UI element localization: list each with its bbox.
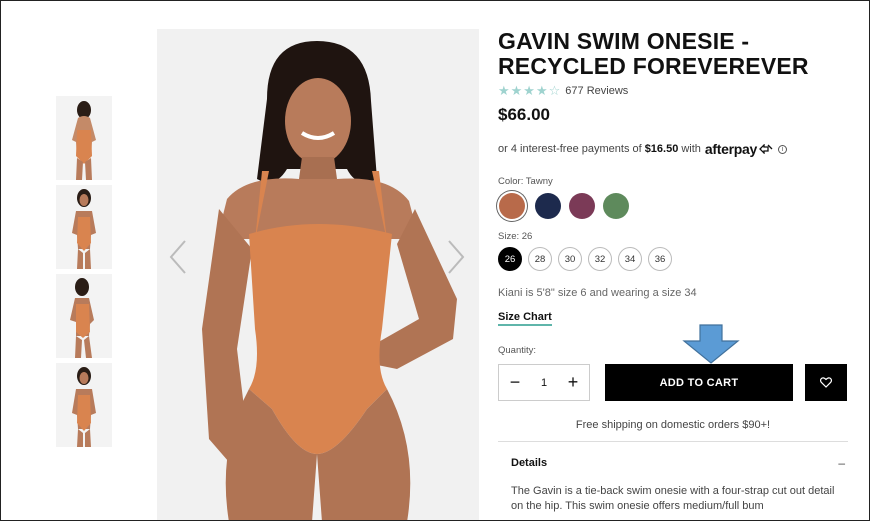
model-size-note: Kiani is 5'8" size 6 and wearing a size … bbox=[498, 287, 697, 299]
thumbnail-back-view[interactable] bbox=[56, 96, 112, 180]
rating-row[interactable]: ★★★★☆ 677 Reviews bbox=[498, 83, 848, 99]
size-option-28[interactable]: 28 bbox=[528, 247, 552, 271]
heart-icon bbox=[820, 377, 832, 388]
afterpay-prefix: or 4 interest-free payments of bbox=[498, 143, 642, 155]
info-icon[interactable]: i bbox=[777, 144, 787, 154]
afterpay-suffix: with bbox=[681, 143, 701, 155]
next-image-button[interactable] bbox=[445, 237, 467, 277]
afterpay-message: or 4 interest-free payments of $16.50 wi… bbox=[498, 141, 848, 157]
wishlist-button[interactable] bbox=[805, 364, 847, 401]
size-option-30[interactable]: 30 bbox=[558, 247, 582, 271]
afterpay-arrows-icon bbox=[759, 144, 773, 154]
product-info: GAVIN SWIM ONESIE - RECYCLED FOREVEREVER… bbox=[498, 29, 848, 514]
details-title: Details bbox=[511, 457, 548, 469]
add-to-cart-button[interactable]: ADD TO CART bbox=[605, 364, 793, 401]
star-rating-icon: ★★★★☆ bbox=[498, 83, 562, 98]
size-option-36[interactable]: 36 bbox=[648, 247, 672, 271]
color-swatch-navy[interactable] bbox=[535, 193, 561, 219]
quantity-increase-button[interactable]: + bbox=[565, 372, 581, 393]
thumbnail-front-view[interactable] bbox=[56, 185, 112, 269]
size-option-26[interactable]: 26 bbox=[498, 247, 522, 271]
divider bbox=[498, 441, 848, 442]
size-label: Size: 26 bbox=[498, 231, 533, 242]
product-price: $66.00 bbox=[498, 105, 550, 124]
review-count[interactable]: 677 Reviews bbox=[565, 85, 628, 97]
color-label: Color: Tawny bbox=[498, 176, 553, 187]
product-title: GAVIN SWIM ONESIE - RECYCLED FOREVEREVER bbox=[498, 28, 809, 79]
quantity-decrease-button[interactable]: − bbox=[507, 372, 523, 393]
quantity-label: Quantity: bbox=[498, 345, 537, 356]
product-main-image bbox=[157, 29, 479, 520]
page-frame: GAVIN SWIM ONESIE - RECYCLED FOREVEREVER… bbox=[0, 0, 870, 521]
cart-row: − 1 + ADD TO CART bbox=[498, 364, 848, 401]
thumbnail-side-view[interactable] bbox=[56, 274, 112, 358]
quantity-value[interactable]: 1 bbox=[541, 377, 547, 389]
chevron-right-icon bbox=[448, 240, 465, 274]
size-option-34[interactable]: 34 bbox=[618, 247, 642, 271]
size-chart-link[interactable]: Size Chart bbox=[498, 311, 552, 326]
afterpay-amount: $16.50 bbox=[644, 143, 679, 155]
shipping-message: Free shipping on domestic orders $90+! bbox=[575, 419, 771, 431]
details-accordion-header[interactable]: Details – bbox=[498, 456, 848, 470]
size-option-32[interactable]: 32 bbox=[588, 247, 612, 271]
previous-image-button[interactable] bbox=[167, 237, 189, 277]
color-swatch-green[interactable] bbox=[603, 193, 629, 219]
quantity-stepper: − 1 + bbox=[498, 364, 590, 401]
thumbnail-list bbox=[56, 96, 112, 452]
collapse-icon[interactable]: – bbox=[838, 456, 845, 470]
size-options: 26 28 30 32 34 36 bbox=[498, 247, 848, 271]
afterpay-logo: afterpay bbox=[704, 141, 757, 157]
thumbnail-front-closeup[interactable] bbox=[56, 363, 112, 447]
color-swatches bbox=[498, 193, 848, 219]
color-swatch-tawny[interactable] bbox=[499, 193, 525, 219]
details-description: The Gavin is a tie-back swim onesie with… bbox=[511, 485, 835, 512]
chevron-left-icon bbox=[169, 240, 186, 274]
model-photo bbox=[157, 29, 479, 520]
annotation-arrow-icon bbox=[682, 324, 740, 364]
color-swatch-plum[interactable] bbox=[569, 193, 595, 219]
